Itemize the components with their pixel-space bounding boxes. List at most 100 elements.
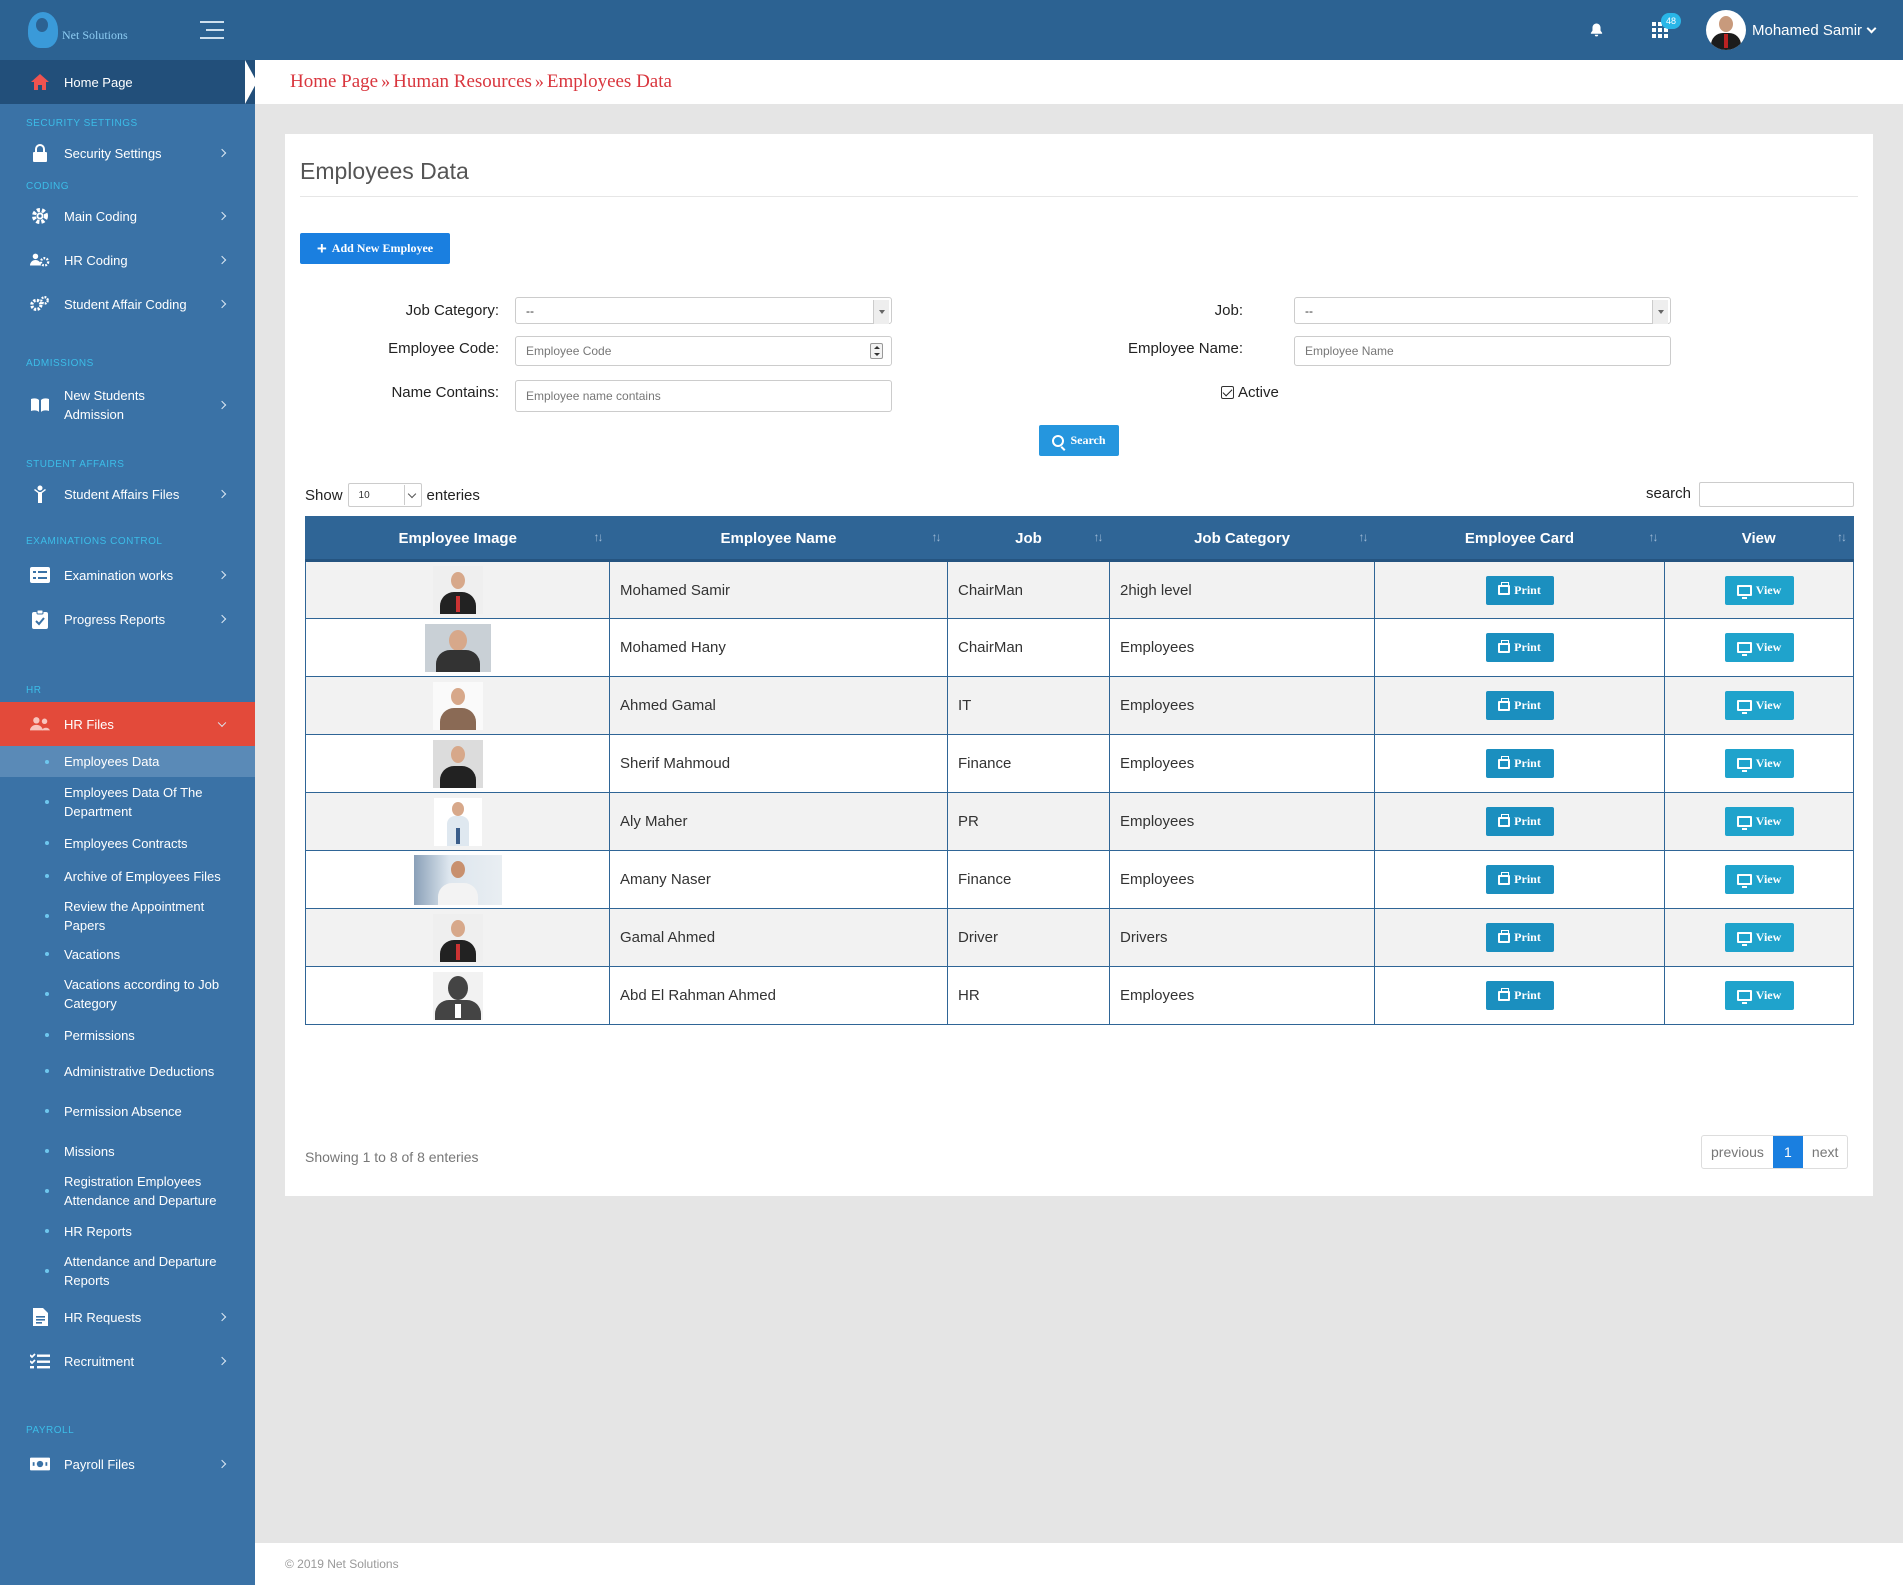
name-contains-input[interactable]: Employee name contains — [515, 380, 892, 412]
sidebar-subitem-archive-employees-files[interactable]: Archive of Employees Files — [0, 859, 255, 893]
print-button[interactable]: Print — [1485, 865, 1554, 894]
sidebar-subitem-review-appointment-papers[interactable]: Review the Appointment Papers — [0, 893, 255, 939]
job-cell: IT — [947, 676, 1110, 735]
print-label: Print — [1514, 698, 1541, 712]
column-header-view[interactable]: View ↑↓ — [1664, 516, 1854, 562]
sidebar-item-recruitment[interactable]: Recruitment — [0, 1339, 255, 1383]
sidebar-item-new-students-admission[interactable]: New Students Admission — [0, 375, 255, 435]
print-label: Print — [1514, 814, 1541, 828]
print-button[interactable]: Print — [1485, 981, 1554, 1010]
sidebar-subitem-permission-absence[interactable]: Permission Absence — [0, 1091, 255, 1131]
sidebar-section-student-affairs: STUDENT AFFAIRS — [26, 459, 125, 470]
desktop-icon — [1736, 816, 1752, 830]
sidebar-item-student-affairs-files[interactable]: Student Affairs Files — [0, 472, 255, 516]
chevron-right-icon — [217, 1356, 227, 1366]
job-category-cell: Employees — [1109, 966, 1375, 1025]
bell-icon[interactable] — [1589, 22, 1604, 38]
view-button[interactable]: View — [1724, 981, 1794, 1010]
column-header-employee-image[interactable]: Employee Image ↑↓ — [305, 516, 610, 562]
sidebar-item-label: Main Coding — [64, 208, 137, 224]
page-title: Employees Data — [300, 158, 469, 184]
job-category-value: -- — [526, 303, 534, 318]
sidebar-subitem-permissions[interactable]: Permissions — [0, 1019, 255, 1051]
breadcrumb-human-resources[interactable]: Human Resources — [393, 71, 532, 92]
sidebar-item-hr-requests[interactable]: HR Requests — [0, 1295, 255, 1339]
job-category-select[interactable]: -- — [515, 297, 892, 324]
employee-image-cell — [305, 560, 610, 619]
user-menu[interactable]: Mohamed Samir — [1706, 10, 1877, 50]
desktop-icon — [1736, 758, 1752, 772]
print-button[interactable]: Print — [1485, 633, 1554, 662]
view-button[interactable]: View — [1724, 865, 1794, 894]
employee-card-cell: Print — [1374, 966, 1665, 1025]
job-select[interactable]: -- — [1294, 297, 1671, 324]
sidebar-subitem-employees-data[interactable]: Employees Data — [0, 746, 255, 777]
sidebar-subitem-employees-contracts[interactable]: Employees Contracts — [0, 827, 255, 859]
column-header-employee-name[interactable]: Employee Name ↑↓ — [609, 516, 948, 562]
view-button[interactable]: View — [1724, 575, 1794, 605]
sidebar-item-label: Recruitment — [64, 1353, 135, 1369]
sidebar-item-home[interactable]: Home Page — [0, 60, 255, 104]
chevron-down-icon — [217, 718, 227, 728]
company-logo[interactable]: Net Solutions — [28, 8, 148, 52]
sidebar-item-label: HR Coding — [64, 252, 128, 268]
sidebar-subitem-vacations-job-category[interactable]: Vacations according to Job Category — [0, 969, 255, 1019]
table-row: Gamal Ahmed Driver Drivers Print View — [305, 908, 1854, 967]
column-header-job-category[interactable]: Job Category ↑↓ — [1109, 516, 1375, 562]
sidebar-item-examination-works[interactable]: Examination works — [0, 553, 255, 597]
sidebar-item-progress-reports[interactable]: Progress Reports — [0, 597, 255, 641]
sidebar-subitem-administrative-deductions[interactable]: Administrative Deductions — [0, 1051, 255, 1091]
print-icon — [1498, 639, 1511, 653]
view-button[interactable]: View — [1724, 923, 1794, 952]
view-button[interactable]: View — [1724, 749, 1794, 778]
sidebar-item-main-coding[interactable]: Main Coding — [0, 194, 255, 238]
print-button[interactable]: Print — [1485, 807, 1554, 836]
sidebar-item-hr-files[interactable]: HR Files — [0, 702, 255, 746]
active-checkbox[interactable] — [1221, 386, 1234, 399]
number-spinner-icon[interactable] — [870, 343, 883, 359]
view-button[interactable]: View — [1724, 633, 1794, 662]
breadcrumb-employees-data[interactable]: Employees Data — [547, 71, 672, 92]
print-button[interactable]: Print — [1485, 575, 1554, 605]
print-button[interactable]: Print — [1485, 749, 1554, 778]
page-length-select[interactable]: 10 — [347, 483, 422, 507]
view-button[interactable]: View — [1724, 807, 1794, 836]
logo-text: Net Solutions — [62, 27, 128, 42]
pagination-previous[interactable]: previous — [1702, 1136, 1773, 1168]
table-header-row: Employee Image ↑↓ Employee Name ↑↓ Job ↑↓ J… — [305, 516, 1854, 562]
sort-icon: ↑↓ — [1358, 530, 1369, 544]
employee-name-input[interactable]: Employee Name — [1294, 336, 1671, 366]
sidebar-item-hr-coding[interactable]: HR Coding — [0, 238, 255, 282]
column-header-employee-card[interactable]: Employee Card ↑↓ — [1374, 516, 1665, 562]
sidebar-item-security-settings[interactable]: Security Settings — [0, 131, 255, 175]
sidebar-item-label: HR Requests — [64, 1309, 142, 1325]
job-category-cell: Employees — [1109, 676, 1375, 735]
sort-icon: ↑↓ — [593, 530, 604, 544]
menu-toggle-icon[interactable] — [200, 21, 224, 39]
employee-code-placeholder: Employee Code — [526, 344, 612, 358]
pagination: previous 1 next — [1701, 1135, 1849, 1169]
print-button[interactable]: Print — [1485, 691, 1554, 720]
view-cell: View — [1664, 966, 1854, 1025]
view-button[interactable]: View — [1724, 691, 1794, 720]
sidebar-item-student-affair-coding[interactable]: Student Affair Coding — [0, 282, 255, 326]
sidebar-subitem-attendance-reports[interactable]: Attendance and Departure Reports — [0, 1251, 255, 1291]
search-button[interactable]: Search — [1039, 425, 1119, 456]
sidebar-section-exams: EXAMINATIONS CONTROL — [26, 536, 163, 547]
sidebar-subitem-vacations[interactable]: Vacations — [0, 939, 255, 969]
pagination-next[interactable]: next — [1803, 1136, 1847, 1168]
sidebar-item-payroll-files[interactable]: Payroll Files — [0, 1442, 255, 1486]
breadcrumb-home[interactable]: Home Page — [290, 71, 378, 92]
add-employee-button[interactable]: + Add New Employee — [300, 233, 450, 264]
employee-code-input[interactable]: Employee Code — [515, 336, 892, 366]
column-header-label: Employee Card — [1464, 529, 1575, 547]
view-cell: View — [1664, 734, 1854, 793]
print-button[interactable]: Print — [1485, 923, 1554, 952]
sidebar-subitem-hr-reports[interactable]: HR Reports — [0, 1211, 255, 1251]
column-header-job[interactable]: Job ↑↓ — [947, 516, 1110, 562]
pagination-page-1[interactable]: 1 — [1772, 1136, 1803, 1168]
sidebar-subitem-registration-attendance[interactable]: Registration Employees Attendance and De… — [0, 1171, 255, 1211]
table-search-input[interactable] — [1699, 482, 1854, 507]
sidebar-subitem-employees-data-department[interactable]: Employees Data Of The Department — [0, 777, 255, 827]
sidebar-subitem-missions[interactable]: Missions — [0, 1131, 255, 1171]
